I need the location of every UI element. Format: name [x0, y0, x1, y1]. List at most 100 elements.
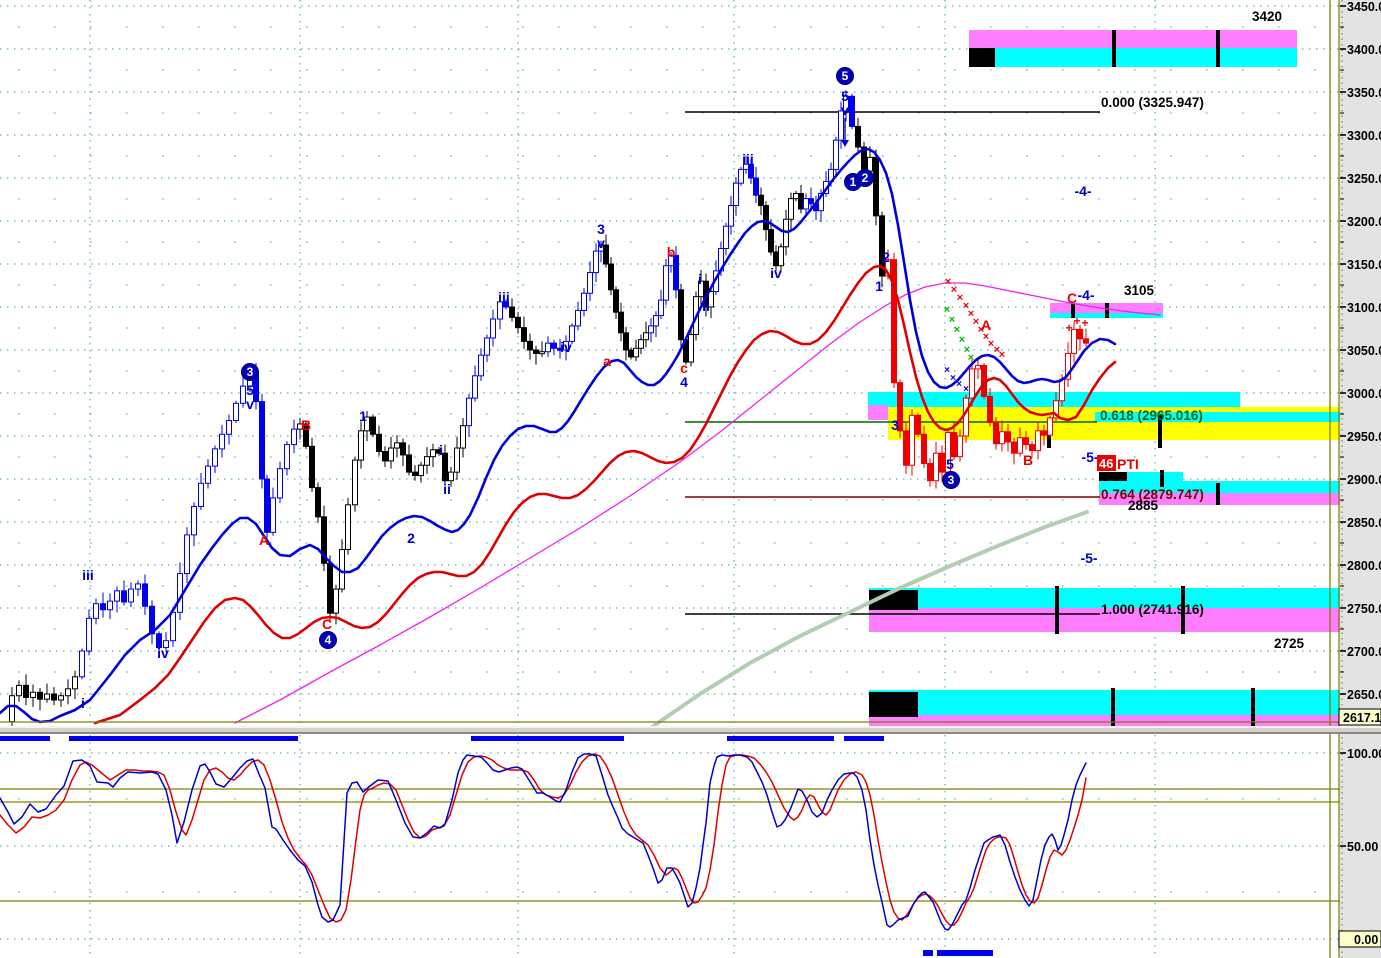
- trend-bar: [844, 736, 884, 741]
- price-axis-label: 3400.0: [1347, 43, 1381, 57]
- candle: [327, 555, 333, 623]
- circled-wave-digit: 1: [850, 175, 857, 189]
- zone-band: [868, 405, 888, 420]
- blue-x-mark: ×: [956, 379, 962, 390]
- wave-label: i: [439, 442, 443, 458]
- trend-bar: [69, 736, 298, 741]
- candle: [345, 497, 351, 555]
- wave-label: a: [603, 353, 611, 369]
- wave-label: iv: [560, 339, 572, 355]
- circled-wave-digit: 5: [842, 69, 849, 83]
- red-plus-mark: +: [1081, 316, 1088, 330]
- trend-bar: [471, 736, 624, 741]
- trend-bar: [0, 736, 50, 741]
- candle: [909, 409, 915, 476]
- wave-label: -4-: [1077, 287, 1094, 303]
- oscillator-bottom-bar: [937, 950, 993, 956]
- annotation-text: 0.000 (3325.947): [1101, 95, 1204, 110]
- candle: [963, 394, 969, 443]
- price-axis-label: 3100.0: [1347, 301, 1381, 315]
- trend-bar: [727, 736, 834, 741]
- circled-wave-label: 3: [942, 471, 960, 489]
- candle: [370, 414, 376, 437]
- circled-wave-label: 4: [319, 631, 337, 649]
- price-axis-label: 3050.0: [1347, 344, 1381, 358]
- last-price-value: 2617.1: [1343, 711, 1381, 725]
- wave-label: B: [1023, 452, 1033, 468]
- price-axis-label: 3200.0: [1347, 215, 1381, 229]
- price-axis-label: 3250.0: [1347, 172, 1381, 186]
- pti-value: 46: [1099, 456, 1113, 471]
- zone-time-tick: [1112, 30, 1116, 67]
- candle: [891, 252, 897, 388]
- green-x-mark: ×: [968, 352, 974, 364]
- zone-band: [969, 30, 1297, 48]
- blue-x-mark: ×: [963, 384, 969, 395]
- wave-label: b: [667, 244, 676, 260]
- candle: [309, 437, 315, 492]
- price-axis-label: 2850.0: [1347, 516, 1381, 530]
- price-axis-label: 3300.0: [1347, 129, 1381, 143]
- candle: [1047, 415, 1053, 438]
- panel-splitter[interactable]: [0, 726, 1381, 734]
- pti-label: PTI: [1117, 456, 1139, 472]
- circled-wave-label: 3: [241, 363, 259, 381]
- wave-label: ii: [443, 481, 451, 497]
- candle: [259, 393, 265, 489]
- wave-label: v: [246, 396, 254, 412]
- wave-label: -4-: [1074, 183, 1091, 199]
- candle: [352, 456, 358, 512]
- candle: [849, 93, 855, 129]
- price-axis-label: 2950.0: [1347, 430, 1381, 444]
- wave-label: 1: [875, 278, 883, 294]
- wave-label: A: [259, 532, 269, 548]
- price-axis-label: 2900.0: [1347, 473, 1381, 487]
- wave-label: iii: [742, 151, 754, 167]
- price-axis-label: 2700.0: [1347, 645, 1381, 659]
- pti-badge: 46 PTI: [1097, 455, 1139, 472]
- price-axis-label: 3450.0: [1347, 0, 1381, 14]
- wave-label: 1: [359, 408, 367, 424]
- price-axis-label: 3150.0: [1347, 258, 1381, 272]
- wave-label: 5: [946, 456, 954, 472]
- price-axis-label: 2750.0: [1347, 602, 1381, 616]
- wave-label: C: [1067, 290, 1077, 306]
- zone-time-tick: [1105, 303, 1109, 318]
- red-plus-mark: +: [1065, 321, 1072, 335]
- chart-canvas: ××××××××× ××××××××××× ×+ + +iiiiiv5vBAC12iii…: [0, 0, 1381, 958]
- zone-time-tick: [1216, 483, 1220, 505]
- annotation-text: 3420: [1252, 9, 1282, 24]
- zone-time-tick: [1251, 688, 1255, 727]
- wave-label: -5-: [1081, 449, 1098, 465]
- candle: [678, 283, 684, 350]
- oscillator-bottom-bar: [923, 950, 933, 956]
- osc-zero-value: 0.00: [1354, 933, 1378, 947]
- circled-wave-digit: 4: [325, 633, 332, 647]
- trading-chart-window: × × × × × × × × × × × × × × × × × × × × × + + + i iii iv 5 v B A C 1 2 i ii…: [0, 0, 1381, 958]
- zone-time-tick: [1055, 586, 1059, 634]
- price-axis-label: 2800.0: [1347, 559, 1381, 573]
- wave-label: 2: [882, 249, 890, 265]
- zone-time-tick: [1216, 30, 1220, 67]
- wave-label: v: [597, 235, 605, 251]
- wave-label: i: [698, 271, 702, 287]
- wave-label: -5-: [1080, 550, 1097, 566]
- wave-label: 2: [407, 530, 415, 546]
- candle: [663, 258, 669, 306]
- wave-label: iv: [157, 645, 169, 661]
- candle: [315, 482, 321, 523]
- candle: [873, 149, 879, 226]
- wave-label: v: [841, 102, 849, 118]
- osc-axis-label: 100.00: [1347, 747, 1381, 761]
- wave-label: iii: [498, 289, 510, 305]
- annotation-text: 2725: [1274, 636, 1305, 651]
- wave-label: B: [301, 417, 311, 433]
- wave-label: i: [81, 695, 85, 711]
- wave-label: 3: [891, 417, 899, 433]
- wave-label: C: [322, 616, 332, 632]
- wave-label: 4: [680, 374, 688, 390]
- circled-wave-label: 5: [836, 67, 854, 85]
- wave-label: ii: [702, 298, 710, 314]
- price-axis-label: 2650.0: [1347, 688, 1381, 702]
- circled-wave-label: 2: [856, 169, 874, 187]
